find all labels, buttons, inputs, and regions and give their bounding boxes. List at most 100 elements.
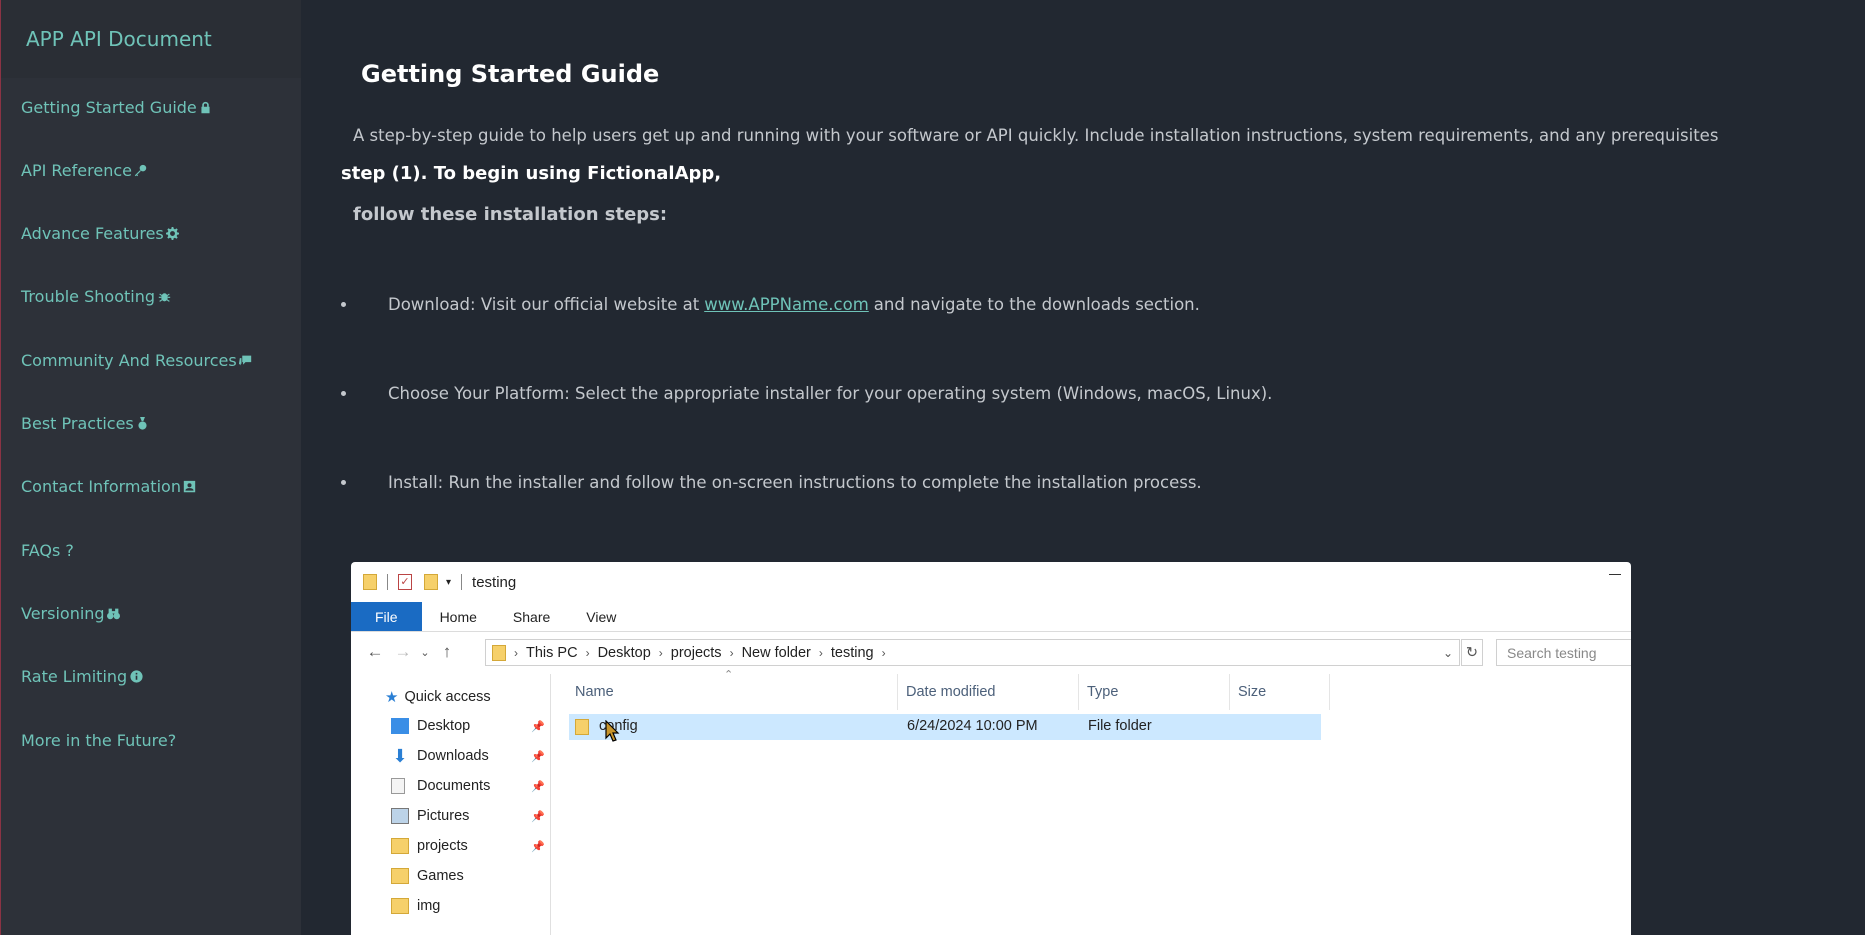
- sidebar-item-more-future[interactable]: More in the Future?: [21, 731, 176, 750]
- column-header-type: Type: [1079, 674, 1230, 710]
- step-subheading: follow these installation steps:: [353, 204, 668, 225]
- folder-icon: [492, 644, 506, 661]
- explorer-screenshot: ✓ ▾ testing File Home Share View ← → ⌄ ↑…: [351, 562, 1631, 935]
- nav-item-label: Downloads: [417, 748, 489, 764]
- medal-icon: [136, 417, 150, 431]
- divider: [387, 574, 388, 590]
- refresh-icon: ↻: [1461, 639, 1483, 666]
- tab-view: View: [586, 608, 617, 625]
- column-header-name: Name: [567, 674, 898, 710]
- bullet-dot: [341, 391, 346, 396]
- sidebar-item-faqs[interactable]: FAQs ?: [21, 541, 74, 560]
- gear-icon: [166, 227, 180, 241]
- sidebar-item-versioning[interactable]: Versioning: [21, 604, 121, 623]
- column-header-size: Size: [1230, 674, 1330, 710]
- page-title: Getting Started Guide: [361, 60, 660, 88]
- file-date: 6/24/2024 10:00 PM: [907, 718, 1038, 734]
- brand-title[interactable]: APP API Document: [1, 0, 301, 78]
- properties-icon: ✓: [398, 574, 412, 590]
- sidebar-item-api-reference[interactable]: API Reference: [21, 161, 148, 180]
- bullet-text: Download: Visit our official website at: [388, 295, 700, 314]
- lock-icon: [199, 101, 213, 115]
- search-input: Search testing: [1496, 639, 1631, 666]
- navigation-pane: ★ Quick access Desktop 📌 ⬇ Downloads 📌 D…: [351, 674, 551, 935]
- step-heading: step (1). To begin using FictionalApp,: [341, 163, 722, 184]
- chevron-down-icon: ⌄: [1442, 645, 1453, 660]
- sidebar-item-label: Rate Limiting: [21, 667, 128, 686]
- sidebar-item-best-practices[interactable]: Best Practices: [21, 414, 150, 433]
- bullet-dot: [341, 302, 346, 307]
- website-link[interactable]: www.APPName.com: [704, 295, 869, 314]
- nav-item-label: img: [417, 898, 441, 914]
- chevron-right-icon: ›: [881, 645, 886, 660]
- binoculars-icon: [107, 607, 121, 621]
- sidebar-item-label: FAQs ?: [21, 541, 74, 560]
- bullet-dot: [341, 480, 346, 485]
- new-folder-icon: [424, 574, 438, 590]
- tab-home: Home: [439, 608, 477, 625]
- nav-item-projects: projects: [391, 838, 468, 854]
- breadcrumb-item: testing: [830, 644, 874, 661]
- back-arrow-icon: ←: [366, 642, 384, 661]
- list-item-platform: Choose Your Platform: Select the appropr…: [341, 384, 1272, 403]
- folder-icon: [391, 868, 409, 884]
- bug-icon: [157, 290, 171, 304]
- nav-item-label: Games: [417, 868, 464, 884]
- sidebar-item-label: Best Practices: [21, 414, 134, 433]
- tab-file: File: [351, 602, 422, 631]
- sidebar-item-label: Advance Features: [21, 224, 164, 243]
- sidebar-item-label: API Reference: [21, 161, 132, 180]
- list-item-install: Install: Run the installer and follow th…: [341, 473, 1202, 492]
- divider: [461, 574, 463, 590]
- sidebar-item-label: Community And Resources: [21, 351, 237, 370]
- sidebar-item-label: Getting Started Guide: [21, 98, 197, 117]
- window-title: testing: [472, 573, 517, 591]
- bullet-text: Choose Your Platform: Select the appropr…: [388, 384, 1273, 403]
- chevron-right-icon: ›: [818, 645, 823, 660]
- folder-icon: [391, 838, 409, 854]
- pin-icon: 📌: [531, 811, 545, 823]
- nav-item-desktop: Desktop: [391, 718, 470, 734]
- sidebar-item-contact[interactable]: Contact Information: [21, 477, 197, 496]
- ribbon-tabs: File Home Share View: [351, 602, 1631, 632]
- nav-item-documents: Documents: [391, 778, 490, 794]
- desktop-icon: [391, 718, 409, 734]
- nav-item-downloads: ⬇ Downloads: [391, 746, 489, 766]
- address-bar: › This PC › Desktop › projects › New fol…: [485, 639, 1460, 666]
- sidebar-item-rate-limiting[interactable]: Rate Limiting: [21, 667, 143, 686]
- nav-item-pictures: Pictures: [391, 808, 469, 824]
- quick-access-item: ★ Quick access: [385, 688, 491, 706]
- tab-share: Share: [512, 608, 551, 625]
- sidebar: APP API Document Getting Started Guide A…: [0, 0, 301, 935]
- breadcrumb-item: projects: [670, 644, 722, 661]
- sidebar-item-advance-features[interactable]: Advance Features: [21, 224, 180, 243]
- sidebar-item-community[interactable]: Community And Resources: [21, 351, 253, 370]
- key-icon: [134, 164, 148, 178]
- chevron-right-icon: ›: [658, 645, 663, 660]
- sidebar-item-label: Contact Information: [21, 477, 181, 496]
- download-arrow-icon: ⬇: [392, 746, 408, 766]
- nav-item-label: projects: [417, 838, 468, 854]
- forward-arrow-icon: →: [394, 642, 412, 661]
- folder-icon: [391, 898, 409, 914]
- sidebar-item-trouble-shooting[interactable]: Trouble Shooting: [21, 287, 171, 306]
- bullet-text: Install: Run the installer and follow th…: [388, 473, 1202, 492]
- quick-access-label: Quick access: [404, 689, 491, 705]
- nav-item-label: Documents: [417, 778, 491, 794]
- minimize-icon: [1609, 574, 1621, 575]
- nav-item-img: img: [391, 898, 440, 914]
- chevron-down-icon: ▾: [446, 576, 452, 588]
- nav-item-label: Desktop: [417, 718, 471, 734]
- pictures-icon: [391, 808, 409, 824]
- pin-icon: 📌: [531, 751, 545, 763]
- nav-item-label: Pictures: [417, 808, 470, 824]
- contact-card-icon: [183, 480, 197, 494]
- list-item-download: Download: Visit our official website at …: [341, 295, 1200, 314]
- mouse-cursor-icon: [605, 720, 620, 742]
- folder-icon: [575, 719, 589, 735]
- nav-item-games: Games: [391, 868, 464, 884]
- pin-icon: 📌: [531, 841, 545, 853]
- file-type: File folder: [1088, 718, 1152, 734]
- sidebar-item-getting-started[interactable]: Getting Started Guide: [21, 98, 213, 117]
- breadcrumb-item: This PC: [526, 644, 578, 661]
